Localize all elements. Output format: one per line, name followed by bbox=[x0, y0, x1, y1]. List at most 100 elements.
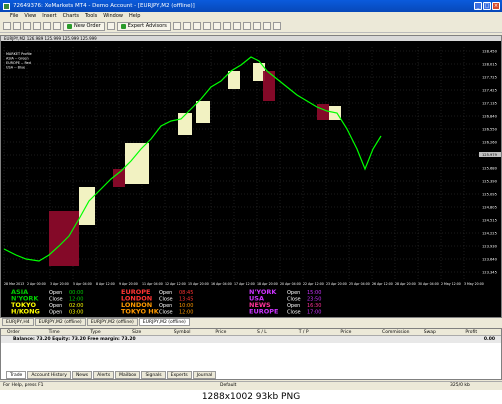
session-box bbox=[79, 187, 95, 225]
periods-icon[interactable] bbox=[262, 22, 271, 30]
session-label: Close bbox=[287, 297, 301, 303]
tab-signals[interactable]: Signals bbox=[141, 371, 166, 379]
templates-icon[interactable] bbox=[272, 22, 281, 30]
col-type[interactable]: Type bbox=[84, 330, 126, 335]
session-name: H/KONG bbox=[11, 308, 40, 316]
tab-news[interactable]: News bbox=[71, 371, 93, 379]
col-sl[interactable]: S / L bbox=[251, 330, 293, 335]
menu-insert[interactable]: Insert bbox=[42, 13, 56, 19]
chart-tab[interactable]: EURJPY,H4 bbox=[2, 318, 34, 326]
bar-chart-icon[interactable] bbox=[172, 22, 181, 30]
price-label: 128.450 bbox=[482, 50, 498, 54]
profiles-icon[interactable] bbox=[13, 22, 21, 30]
tab-account-history[interactable]: Account History bbox=[27, 371, 71, 379]
strategy-tester-icon[interactable] bbox=[53, 22, 61, 30]
market-watch-icon[interactable] bbox=[23, 22, 31, 30]
col-size[interactable]: Size bbox=[126, 330, 168, 335]
session-label: Close bbox=[159, 297, 173, 303]
expert-advisors-button[interactable]: Expert Advisors bbox=[116, 21, 171, 31]
balance-row[interactable]: Balance: 73.20 Equity: 73.20 Free margin… bbox=[1, 336, 501, 343]
session-time: 12:00 bbox=[179, 310, 193, 316]
profit-value: 0.00 bbox=[483, 337, 495, 342]
session-box bbox=[196, 101, 210, 123]
line-chart-icon[interactable] bbox=[192, 22, 201, 30]
session-time: 16:30 bbox=[307, 303, 321, 309]
autoscroll-icon[interactable] bbox=[232, 22, 241, 30]
tab-alerts[interactable]: Alerts bbox=[93, 371, 115, 379]
price-label: 124.225 bbox=[482, 232, 497, 236]
minimize-button[interactable]: _ bbox=[474, 2, 482, 10]
col-symbol[interactable]: Symbol bbox=[168, 330, 210, 335]
session-label: Open bbox=[287, 290, 300, 296]
price-label: 127.135 bbox=[482, 102, 497, 106]
balance-text: Balance: 73.20 Equity: 73.20 Free margin… bbox=[13, 337, 136, 342]
indicator-label: USA -- Blue bbox=[6, 66, 25, 70]
maximize-button[interactable]: □ bbox=[483, 2, 491, 10]
session-time: 13:45 bbox=[179, 297, 193, 303]
menu-bar: File View Insert Charts Tools Window Hel… bbox=[0, 12, 502, 20]
session-label: Open bbox=[159, 290, 172, 296]
new-order-icon bbox=[67, 23, 72, 29]
chart-tabs: EURJPY,H4 EURJPY,M2 (offline) EURJPY,M2 … bbox=[0, 318, 502, 327]
time-label: 26 Apr 12:00 bbox=[372, 282, 393, 286]
new-chart-icon[interactable] bbox=[3, 22, 11, 30]
tab-journal[interactable]: Journal bbox=[192, 371, 217, 379]
menu-tools[interactable]: Tools bbox=[85, 13, 97, 19]
col-price[interactable]: Price bbox=[209, 330, 251, 335]
col-profit[interactable]: Profit bbox=[459, 330, 501, 335]
metaeditor-icon[interactable] bbox=[106, 22, 115, 30]
image-caption: 1288x1002 93kb PNG bbox=[0, 390, 502, 404]
tab-mailbox[interactable]: Mailbox bbox=[115, 371, 141, 379]
session-time: 23:50 bbox=[307, 297, 321, 303]
chart-tab[interactable]: EURJPY,M2 (offline) bbox=[34, 318, 86, 326]
tab-trade[interactable]: Trade bbox=[6, 371, 27, 379]
time-label: 15 Apr 20:00 bbox=[188, 282, 209, 286]
time-label: 16 Apr 04:00 bbox=[211, 282, 232, 286]
zoom-out-icon[interactable] bbox=[212, 22, 221, 30]
indicator-label: MARKET Profile bbox=[6, 52, 32, 56]
toolbar: New Order Expert Advisors bbox=[0, 20, 502, 33]
chart-shift-icon[interactable] bbox=[242, 22, 251, 30]
col-tp[interactable]: T / P bbox=[293, 330, 335, 335]
menu-help[interactable]: Help bbox=[129, 13, 140, 19]
price-chart[interactable]: 128.450 128.015 127.725 127.425 127.135 126.8… bbox=[1, 41, 501, 317]
col-order[interactable]: Order bbox=[1, 330, 43, 335]
session-name: EUROPE bbox=[249, 308, 278, 316]
close-button[interactable]: × bbox=[492, 2, 500, 10]
menu-charts[interactable]: Charts bbox=[63, 13, 79, 19]
status-profile: Default bbox=[220, 383, 237, 388]
indicator-label: EUROPE -- Red bbox=[6, 61, 31, 65]
col-commission[interactable]: Commission bbox=[376, 330, 418, 335]
time-label: 5 Apr 04:00 bbox=[73, 282, 92, 286]
session-box bbox=[178, 113, 192, 135]
time-label: 3 Apr 20:00 bbox=[50, 282, 69, 286]
time-label: 8 Apr 12:00 bbox=[96, 282, 115, 286]
new-order-button[interactable]: New Order bbox=[63, 21, 105, 31]
col-swap[interactable]: Swap bbox=[418, 330, 460, 335]
tab-experts[interactable]: Experts bbox=[166, 371, 192, 379]
terminal-icon[interactable] bbox=[43, 22, 51, 30]
menu-window[interactable]: Window bbox=[103, 13, 123, 19]
navigator-icon[interactable] bbox=[33, 22, 41, 30]
time-label: 2 May 12:00 bbox=[441, 282, 461, 286]
price-label: 126.260 bbox=[482, 141, 498, 145]
app-icon bbox=[3, 2, 10, 10]
col-time[interactable]: Time bbox=[43, 330, 85, 335]
zoom-in-icon[interactable] bbox=[202, 22, 211, 30]
menu-view[interactable]: View bbox=[24, 13, 36, 19]
session-label: Open bbox=[49, 310, 62, 316]
time-label: 28 Apr 20:00 bbox=[395, 282, 416, 286]
chart-window[interactable]: EURJPY,M2 126.989 125.999 125.999 125.99… bbox=[0, 35, 502, 318]
terminal-tabs: Trade Account History News Alerts Mailbo… bbox=[0, 371, 502, 380]
candle-chart-icon[interactable] bbox=[182, 22, 191, 30]
title-bar: 72649376: XeMarkets MT4 - Demo Account -… bbox=[0, 0, 502, 12]
indicators-icon[interactable] bbox=[252, 22, 261, 30]
col-price2[interactable]: Price bbox=[334, 330, 376, 335]
session-box bbox=[228, 71, 240, 89]
time-label: 11 Apr 04:00 bbox=[142, 282, 163, 286]
chart-tab-active[interactable]: EURJPY,M2 (offline) bbox=[138, 318, 190, 326]
session-time: 08:45 bbox=[179, 290, 193, 296]
chart-tab[interactable]: EURJPY,M2 (offline) bbox=[86, 318, 138, 326]
menu-file[interactable]: File bbox=[10, 13, 18, 19]
tile-windows-icon[interactable] bbox=[222, 22, 231, 30]
